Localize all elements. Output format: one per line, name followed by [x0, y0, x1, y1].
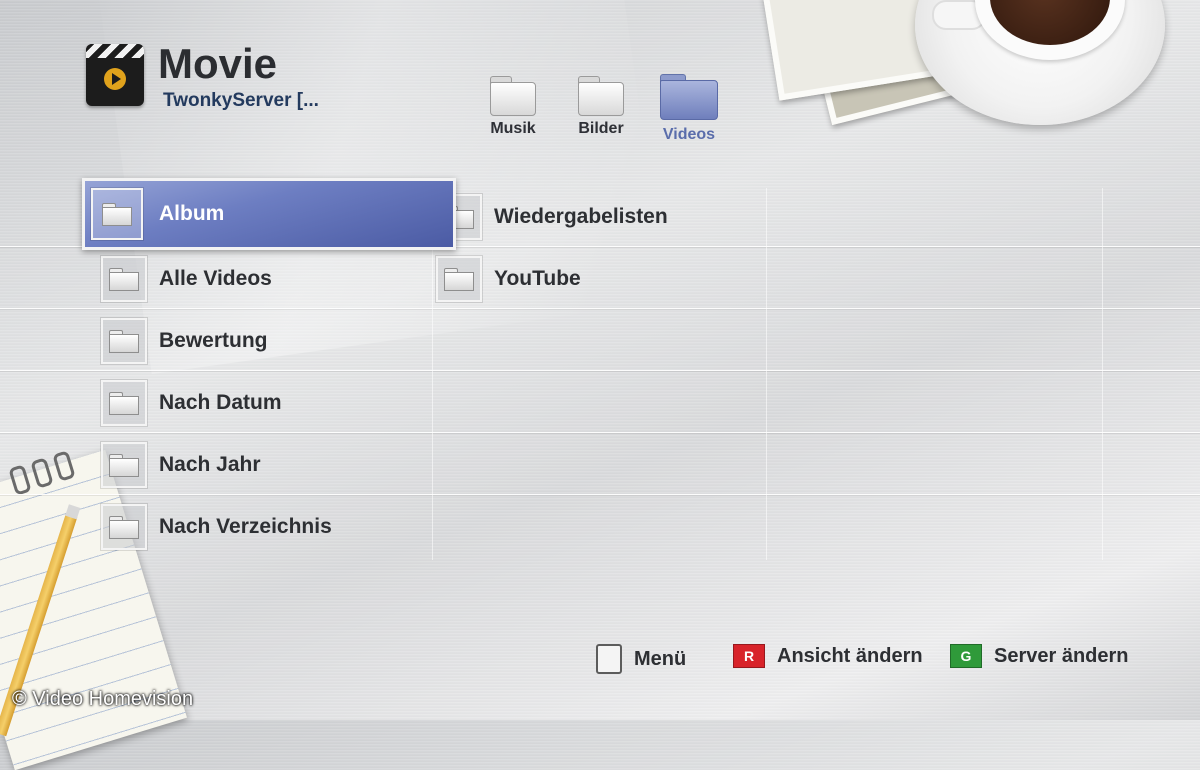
list-item-nach-verzeichnis[interactable]: Nach Verzeichnis: [101, 502, 332, 552]
folder-icon: [101, 380, 147, 426]
row-divider: [0, 370, 1200, 371]
column-divider: [766, 188, 767, 560]
list-item-album[interactable]: Album: [82, 178, 456, 250]
menu-label: Menü: [634, 647, 687, 670]
change-server-label: Server ändern: [994, 644, 1129, 667]
list-item-bewertung[interactable]: Bewertung: [101, 316, 268, 366]
notepad-decoration: [0, 449, 187, 770]
item-label: Nach Datum: [159, 391, 282, 414]
folder-icon: [490, 76, 536, 116]
list-item-wiedergabelisten[interactable]: Wiedergabelisten: [436, 192, 668, 242]
folder-icon: [91, 188, 143, 240]
item-label: Nach Jahr: [159, 453, 261, 476]
list-item-alle-videos[interactable]: Alle Videos: [101, 254, 272, 304]
item-label: Nach Verzeichnis: [159, 515, 332, 538]
item-label: Alle Videos: [159, 267, 272, 290]
folder-icon: [436, 256, 482, 302]
folder-icon: [101, 442, 147, 488]
folder-icon: [578, 76, 624, 116]
movie-clapper-icon: [86, 44, 144, 106]
item-label: Bewertung: [159, 329, 268, 352]
page-title: Movie: [158, 40, 278, 87]
list-item-nach-jahr[interactable]: Nach Jahr: [101, 440, 261, 490]
column-divider: [1102, 188, 1103, 560]
list-item-nach-datum[interactable]: Nach Datum: [101, 378, 282, 428]
watermark: © Video Homevision: [12, 688, 194, 710]
green-key-icon: G: [950, 644, 982, 668]
item-label: Album: [159, 202, 225, 225]
tab-bilder[interactable]: Bilder: [566, 76, 636, 138]
tab-musik[interactable]: Musik: [478, 76, 548, 138]
folder-icon: [101, 318, 147, 364]
change-view-hint[interactable]: R Ansicht ändern: [733, 644, 923, 668]
tab-label: Bilder: [578, 120, 624, 137]
item-label: YouTube: [494, 267, 581, 290]
row-divider: [0, 494, 1200, 495]
row-divider: [0, 432, 1200, 433]
tab-label: Videos: [662, 126, 716, 143]
server-name: TwonkyServer [...: [163, 90, 319, 111]
tab-label: Musik: [490, 120, 536, 137]
folder-icon: [101, 256, 147, 302]
menu-key-icon: [596, 644, 622, 674]
tab-videos[interactable]: Videos: [654, 74, 724, 144]
red-key-icon: R: [733, 644, 765, 668]
change-view-label: Ansicht ändern: [777, 644, 923, 667]
menu-hint[interactable]: Menü: [596, 644, 686, 674]
list-item-youtube[interactable]: YouTube: [436, 254, 581, 304]
change-server-hint[interactable]: G Server ändern: [950, 644, 1129, 668]
row-divider: [0, 308, 1200, 309]
item-label: Wiedergabelisten: [494, 205, 668, 228]
folder-open-icon: [660, 74, 718, 120]
folder-icon: [101, 504, 147, 550]
